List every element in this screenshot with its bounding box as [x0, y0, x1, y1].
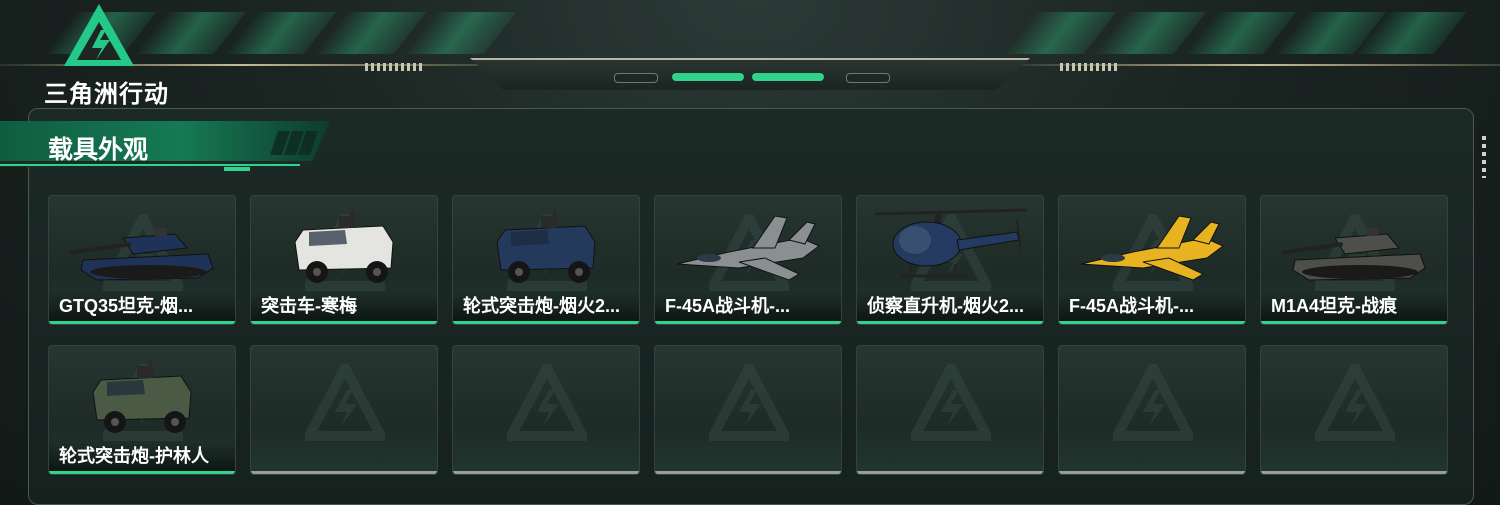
delta-triangle-icon — [64, 4, 134, 66]
page-indicator-active — [752, 73, 824, 81]
skin-card[interactable]: GTQ35坦克-烟... — [48, 195, 236, 325]
empty-skin-slot — [654, 345, 842, 475]
page-indicator — [846, 73, 890, 83]
triangle-watermark-icon — [507, 364, 587, 441]
card-underline — [1261, 321, 1447, 324]
logo-text: 三角洲行动 — [44, 81, 169, 108]
empty-skin-slot — [1260, 345, 1448, 475]
triangle-watermark-icon — [709, 364, 789, 441]
armored-car-icon — [294, 210, 394, 283]
tank-icon — [69, 228, 214, 281]
game-logo: 三角洲行动 — [44, 2, 184, 108]
card-underline — [49, 471, 235, 474]
skin-name: GTQ35坦克-烟... — [59, 296, 194, 316]
card-underline — [857, 321, 1043, 324]
empty-skin-slot — [250, 345, 438, 475]
skin-name: F-45A战斗机-... — [665, 296, 791, 316]
empty-skin-slot — [452, 345, 640, 475]
page-indicator — [614, 73, 658, 83]
card-underline — [453, 471, 639, 474]
scroll-indicator[interactable] — [1482, 136, 1486, 178]
skin-card[interactable]: 突击车-寒梅 — [250, 195, 438, 325]
armored-car-icon — [92, 360, 192, 433]
skin-name: 突击车-寒梅 — [261, 296, 357, 316]
skin-card[interactable]: F-45A战斗机-... — [1058, 195, 1246, 325]
card-underline — [1059, 471, 1245, 474]
triangle-watermark-icon — [305, 364, 385, 441]
card-underline — [1059, 321, 1245, 324]
triangle-watermark-icon — [911, 364, 991, 441]
skin-card[interactable]: F-45A战斗机-... — [654, 195, 842, 325]
skin-name: M1A4坦克-战痕 — [1271, 296, 1398, 316]
page-indicator-active — [672, 73, 744, 81]
header-center-bar — [470, 58, 1030, 90]
section-title: 载具外观 — [48, 136, 149, 164]
tank-icon — [1281, 228, 1426, 281]
header-hatch-left — [365, 63, 425, 71]
card-underline — [49, 321, 235, 324]
card-underline — [453, 321, 639, 324]
fighter-jet-icon — [1080, 215, 1224, 281]
fighter-jet-icon — [676, 215, 820, 281]
triangle-watermark-icon — [1113, 364, 1193, 441]
card-underline — [857, 471, 1043, 474]
triangle-watermark-icon — [1315, 364, 1395, 441]
skin-card[interactable]: M1A4坦克-战痕 — [1260, 195, 1448, 325]
skin-card[interactable]: 轮式突击炮-护林人 — [48, 345, 236, 475]
card-underline — [1261, 471, 1447, 474]
card-underline — [251, 471, 437, 474]
skin-name: 侦察直升机-烟火2... — [867, 296, 1025, 316]
card-underline — [251, 321, 437, 324]
empty-skin-slot — [856, 345, 1044, 475]
card-underline — [655, 321, 841, 324]
armored-car-icon — [496, 210, 596, 283]
skin-name: 轮式突击炮-护林人 — [59, 446, 209, 466]
skin-name: 轮式突击炮-烟火2... — [463, 296, 621, 316]
helicopter-icon — [874, 208, 1028, 278]
skin-card[interactable]: 轮式突击炮-烟火2... — [452, 195, 640, 325]
top-header: 三角洲行动 — [0, 0, 1500, 108]
skin-card[interactable]: 侦察直升机-烟火2... — [856, 195, 1044, 325]
card-underline — [655, 471, 841, 474]
skin-name: F-45A战斗机-... — [1069, 296, 1195, 316]
header-hatch-right — [1060, 63, 1120, 71]
empty-skin-slot — [1058, 345, 1246, 475]
